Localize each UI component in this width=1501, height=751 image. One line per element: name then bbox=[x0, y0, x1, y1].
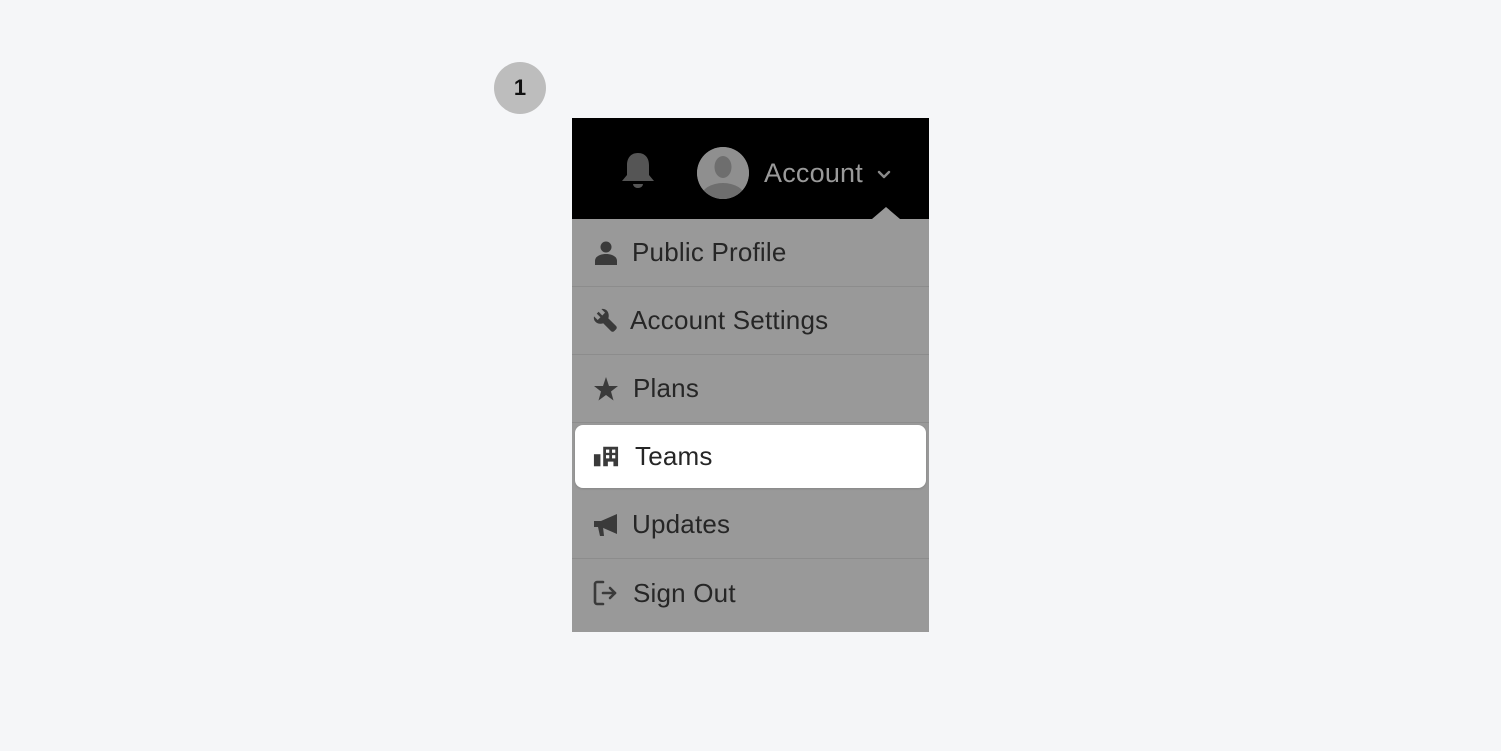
dropdown-caret bbox=[872, 207, 900, 219]
avatar bbox=[697, 147, 749, 199]
user-avatar-icon bbox=[697, 147, 749, 199]
building-icon bbox=[593, 444, 619, 470]
menu-item-label: Updates bbox=[632, 509, 731, 539]
bell-icon bbox=[622, 153, 654, 188]
menu-item-teams[interactable]: Teams bbox=[572, 423, 929, 491]
menu-item-updates[interactable]: Updates bbox=[572, 491, 929, 559]
star-icon bbox=[593, 376, 619, 402]
account-menu-widget: Account Public Profile Account Settings … bbox=[572, 118, 929, 632]
notifications-button[interactable] bbox=[619, 150, 657, 190]
menu-item-label: Teams bbox=[635, 441, 713, 471]
sign-out-icon bbox=[593, 580, 619, 606]
top-navigation-bar: Account bbox=[572, 118, 929, 219]
step-number: 1 bbox=[513, 75, 527, 100]
account-dropdown-toggle[interactable]: Account bbox=[697, 147, 891, 199]
menu-item-public-profile[interactable]: Public Profile bbox=[572, 219, 929, 287]
chevron-down-icon bbox=[877, 170, 891, 179]
menu-item-plans[interactable]: Plans bbox=[572, 355, 929, 423]
account-dropdown-menu: Public Profile Account Settings Plans Te… bbox=[572, 219, 929, 627]
menu-item-label: Plans bbox=[633, 373, 700, 403]
menu-item-label: Public Profile bbox=[632, 237, 787, 267]
menu-item-sign-out[interactable]: Sign Out bbox=[572, 559, 929, 627]
step-number-badge: 1 bbox=[494, 62, 546, 114]
menu-item-label: Account Settings bbox=[630, 305, 829, 335]
megaphone-icon bbox=[593, 512, 619, 538]
menu-item-label: Sign Out bbox=[633, 577, 736, 608]
account-label: Account bbox=[764, 157, 863, 188]
menu-item-account-settings[interactable]: Account Settings bbox=[572, 287, 929, 355]
wrench-icon bbox=[593, 308, 619, 334]
active-item-highlight bbox=[575, 425, 926, 488]
person-icon bbox=[593, 240, 619, 266]
